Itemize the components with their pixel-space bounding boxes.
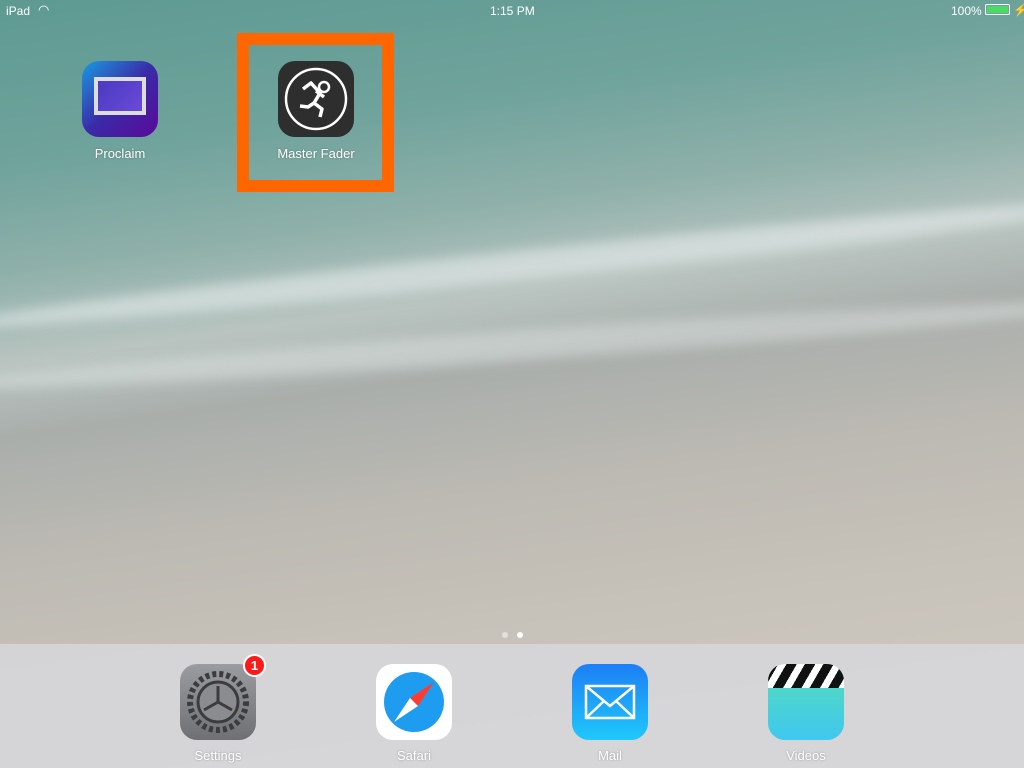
videos-label: Videos	[786, 748, 826, 763]
settings-label: Settings	[194, 748, 242, 763]
page-dot-1[interactable]	[502, 632, 508, 638]
mail-app-icon[interactable]	[572, 664, 648, 740]
device-name: iPad	[6, 4, 31, 18]
proclaim-app-icon[interactable]	[82, 61, 158, 137]
dock: 1 Settings Safari Mail Videos	[0, 644, 1024, 768]
wifi-icon: ◠	[38, 2, 50, 17]
page-dot-2[interactable]	[517, 632, 523, 638]
status-bar: iPad ◠ 1:15 PM 100% ⚡	[0, 0, 1024, 20]
settings-app-icon[interactable]	[180, 664, 256, 740]
clock: 1:15 PM	[490, 4, 535, 18]
highlight-box	[237, 33, 394, 192]
charging-icon: ⚡	[1013, 3, 1024, 17]
settings-badge: 1	[243, 654, 266, 677]
videos-app-icon[interactable]	[768, 664, 844, 740]
battery-icon	[985, 4, 1010, 15]
proclaim-label: Proclaim	[94, 146, 146, 161]
battery-percent: 100%	[951, 4, 982, 18]
safari-label: Safari	[397, 748, 431, 763]
safari-app-icon[interactable]	[376, 664, 452, 740]
mail-label: Mail	[598, 748, 622, 763]
